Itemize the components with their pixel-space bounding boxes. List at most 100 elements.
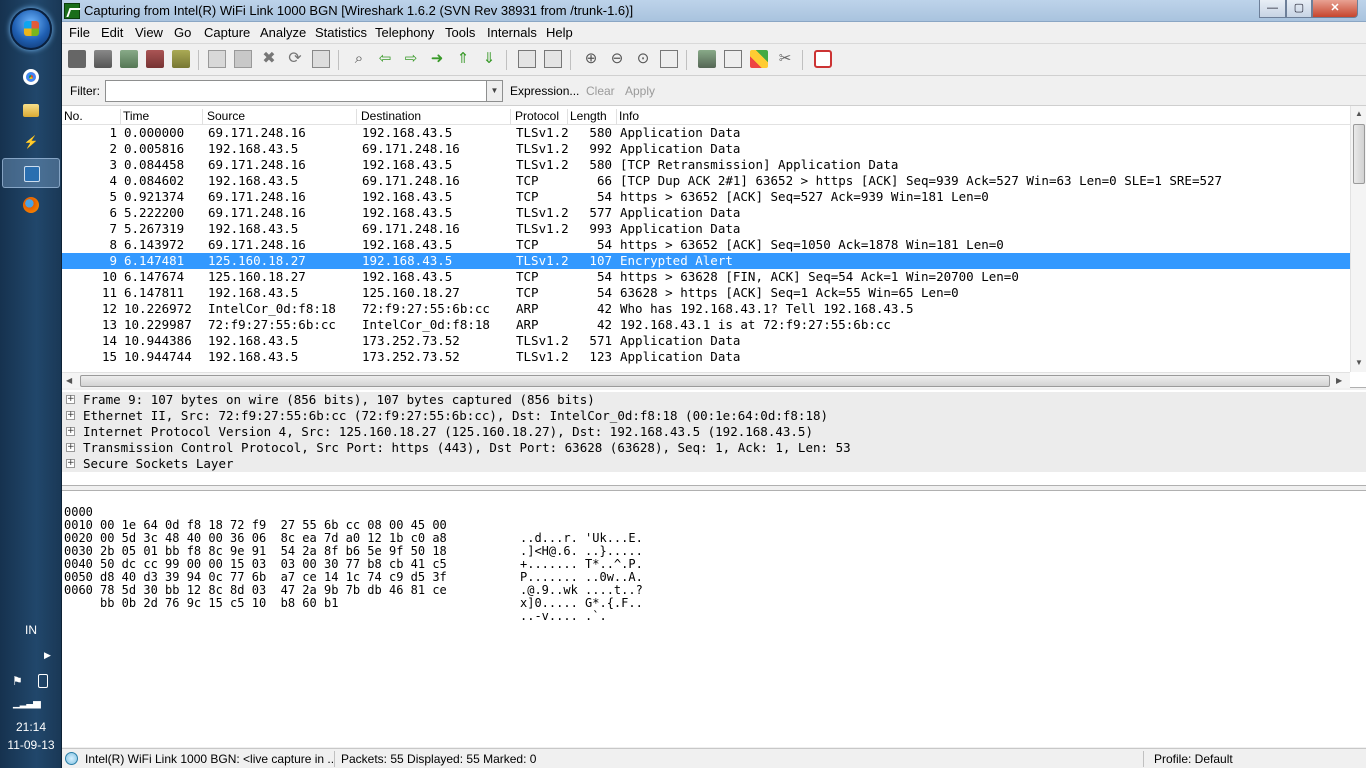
taskbar-wireshark-button[interactable]	[2, 158, 60, 188]
tray-expand-icon[interactable]: ▶	[44, 650, 51, 661]
find-packet-icon[interactable]: ⌕	[350, 50, 368, 68]
packet-row[interactable]: 2 0.005816 192.168.43.5 69.171.248.16 TL…	[62, 141, 1350, 157]
maximize-button[interactable]: ▢	[1286, 0, 1312, 18]
stop-capture-icon[interactable]	[146, 50, 164, 68]
packet-row[interactable]: 4 0.084602 192.168.43.5 69.171.248.16 TC…	[62, 173, 1350, 189]
normal-size-icon[interactable]: ⊙	[634, 50, 652, 68]
hex-line[interactable]: 0020 2b 05 01 bb f8 8c 9e 91 54 2a 8f b6…	[64, 519, 643, 571]
detail-row-tcp[interactable]: + Transmission Control Protocol, Src Por…	[62, 440, 1366, 456]
display-filters-icon[interactable]	[724, 50, 742, 68]
menu-internals[interactable]: Internals	[487, 25, 537, 40]
packet-row[interactable]: 8 6.143972 69.171.248.16 192.168.43.5 TC…	[62, 237, 1350, 253]
column-header-source[interactable]: Source	[207, 109, 357, 125]
packet-bytes-pane[interactable]: 0000 00 1e 64 0d f8 18 72 f9 27 55 6b cc…	[62, 490, 1366, 747]
expand-icon[interactable]: +	[66, 411, 75, 420]
hex-line[interactable]: 0010 00 5d 3c 48 40 00 36 06 8c ea 7d a0…	[64, 506, 643, 558]
zoom-out-icon[interactable]: ⊖	[608, 50, 626, 68]
packet-row[interactable]: 6 5.222200 69.171.248.16 192.168.43.5 TL…	[62, 205, 1350, 221]
scroll-down-icon[interactable]: ▼	[1355, 358, 1363, 367]
last-packet-icon[interactable]: ⇓	[480, 50, 498, 68]
go-back-icon[interactable]: ⇦	[376, 50, 394, 68]
menu-help[interactable]: Help	[546, 25, 573, 40]
packet-row[interactable]: 13 10.229987 72:f9:27:55:6b:cc IntelCor_…	[62, 317, 1350, 333]
save-file-icon[interactable]	[234, 50, 252, 68]
battery-icon[interactable]	[38, 674, 48, 688]
packet-row[interactable]: 15 10.944744 192.168.43.5 173.252.73.52 …	[62, 349, 1350, 365]
coloring-rules-icon[interactable]	[750, 50, 768, 68]
packet-row[interactable]: 11 6.147811 192.168.43.5 125.160.18.27 T…	[62, 285, 1350, 301]
packet-row-selected[interactable]: 9 6.147481 125.160.18.27 192.168.43.5 TL…	[62, 253, 1350, 269]
menu-analyze[interactable]: Analyze	[260, 25, 306, 40]
vertical-scroll-thumb[interactable]	[1353, 124, 1365, 184]
column-header-info[interactable]: Info	[619, 109, 1319, 125]
reload-icon[interactable]: ⟳	[286, 50, 304, 68]
menu-view[interactable]: View	[135, 25, 163, 40]
clear-button[interactable]: Clear	[586, 84, 615, 98]
close-file-icon[interactable]: ✖	[260, 50, 278, 68]
capture-filters-icon[interactable]	[698, 50, 716, 68]
print-icon[interactable]	[312, 50, 330, 68]
signal-icon[interactable]: ▁▂▃▅	[13, 698, 41, 709]
start-capture-icon[interactable]	[120, 50, 138, 68]
column-header-time[interactable]: Time	[123, 109, 203, 125]
packet-row[interactable]: 10 6.147674 125.160.18.27 192.168.43.5 T…	[62, 269, 1350, 285]
wireshark-app-icon[interactable]	[64, 3, 80, 19]
capture-options-icon[interactable]	[94, 50, 112, 68]
zoom-in-icon[interactable]: ⊕	[582, 50, 600, 68]
packet-row[interactable]: 14 10.944386 192.168.43.5 173.252.73.52 …	[62, 333, 1350, 349]
open-file-icon[interactable]	[208, 50, 226, 68]
clock-date[interactable]: 11-09-13	[0, 738, 62, 752]
detail-row-frame[interactable]: + Frame 9: 107 bytes on wire (856 bits),…	[62, 392, 1366, 408]
display-filter-input[interactable]	[105, 80, 487, 102]
detail-row-ip[interactable]: + Internet Protocol Version 4, Src: 125.…	[62, 424, 1366, 440]
go-forward-icon[interactable]: ⇨	[402, 50, 420, 68]
restart-capture-icon[interactable]	[172, 50, 190, 68]
hex-line[interactable]: 0050 78 5d 30 bb 12 8c 8d 03 47 2a 9b 7b…	[64, 558, 643, 610]
menu-edit[interactable]: Edit	[101, 25, 123, 40]
packet-list-horizontal-scrollbar[interactable]: ◀ ▶	[62, 372, 1350, 388]
expand-icon[interactable]: +	[66, 427, 75, 436]
help-icon[interactable]	[814, 50, 832, 68]
menu-capture[interactable]: Capture	[204, 25, 250, 40]
hex-line[interactable]: 0060 bb 0b 2d 76 9c 15 c5 10 b8 60 b1 ..…	[64, 571, 607, 623]
packet-row[interactable]: 12 10.226972 IntelCor_0d:f8:18 72:f9:27:…	[62, 301, 1350, 317]
taskbar-app-button[interactable]: ⚡	[2, 127, 60, 157]
packet-row[interactable]: 1 0.000000 69.171.248.16 192.168.43.5 TL…	[62, 125, 1350, 141]
column-header-no[interactable]: No.	[64, 109, 121, 125]
menu-statistics[interactable]: Statistics	[315, 25, 367, 40]
interfaces-icon[interactable]	[68, 50, 86, 68]
expand-icon[interactable]: +	[66, 459, 75, 468]
apply-button[interactable]: Apply	[625, 84, 655, 98]
scroll-right-icon[interactable]: ▶	[1336, 376, 1342, 385]
packet-list-vertical-scrollbar[interactable]: ▲ ▼	[1350, 106, 1366, 372]
preferences-icon[interactable]: ✂	[776, 50, 794, 68]
go-to-packet-icon[interactable]: ➜	[428, 50, 446, 68]
menu-go[interactable]: Go	[174, 25, 191, 40]
start-button[interactable]	[10, 8, 52, 50]
first-packet-icon[interactable]: ⇑	[454, 50, 472, 68]
menu-file[interactable]: File	[69, 25, 90, 40]
expression-button[interactable]: Expression...	[510, 84, 579, 98]
colorize-icon[interactable]	[518, 50, 536, 68]
packet-row[interactable]: 7 5.267319 192.168.43.5 69.171.248.16 TL…	[62, 221, 1350, 237]
detail-row-ethernet[interactable]: + Ethernet II, Src: 72:f9:27:55:6b:cc (7…	[62, 408, 1366, 424]
resize-columns-icon[interactable]	[660, 50, 678, 68]
keyboard-language[interactable]: IN	[0, 623, 62, 637]
menu-telephony[interactable]: Telephony	[375, 25, 434, 40]
packet-row[interactable]: 5 0.921374 69.171.248.16 192.168.43.5 TC…	[62, 189, 1350, 205]
filter-dropdown-button[interactable]: ▼	[486, 80, 503, 102]
taskbar-explorer-button[interactable]	[2, 95, 60, 125]
close-button[interactable]: ✕	[1312, 0, 1358, 18]
packet-row[interactable]: 3 0.084458 69.171.248.16 192.168.43.5 TL…	[62, 157, 1350, 173]
hex-line[interactable]: 0040 d8 40 d3 39 94 0c 77 6b a7 ce 14 1c…	[64, 545, 643, 597]
taskbar-chrome-button[interactable]	[2, 62, 60, 92]
title-bar[interactable]: Capturing from Intel(R) WiFi Link 1000 B…	[62, 0, 1366, 22]
expert-info-icon[interactable]	[65, 752, 78, 765]
scroll-left-icon[interactable]: ◀	[66, 376, 72, 385]
column-header-destination[interactable]: Destination	[361, 109, 511, 125]
flag-icon[interactable]: ⚑	[12, 674, 23, 688]
column-header-length[interactable]: Length	[570, 109, 617, 125]
expand-icon[interactable]: +	[66, 395, 75, 404]
hex-line[interactable]: 0000 00 1e 64 0d f8 18 72 f9 27 55 6b cc…	[64, 493, 643, 545]
expand-icon[interactable]: +	[66, 443, 75, 452]
